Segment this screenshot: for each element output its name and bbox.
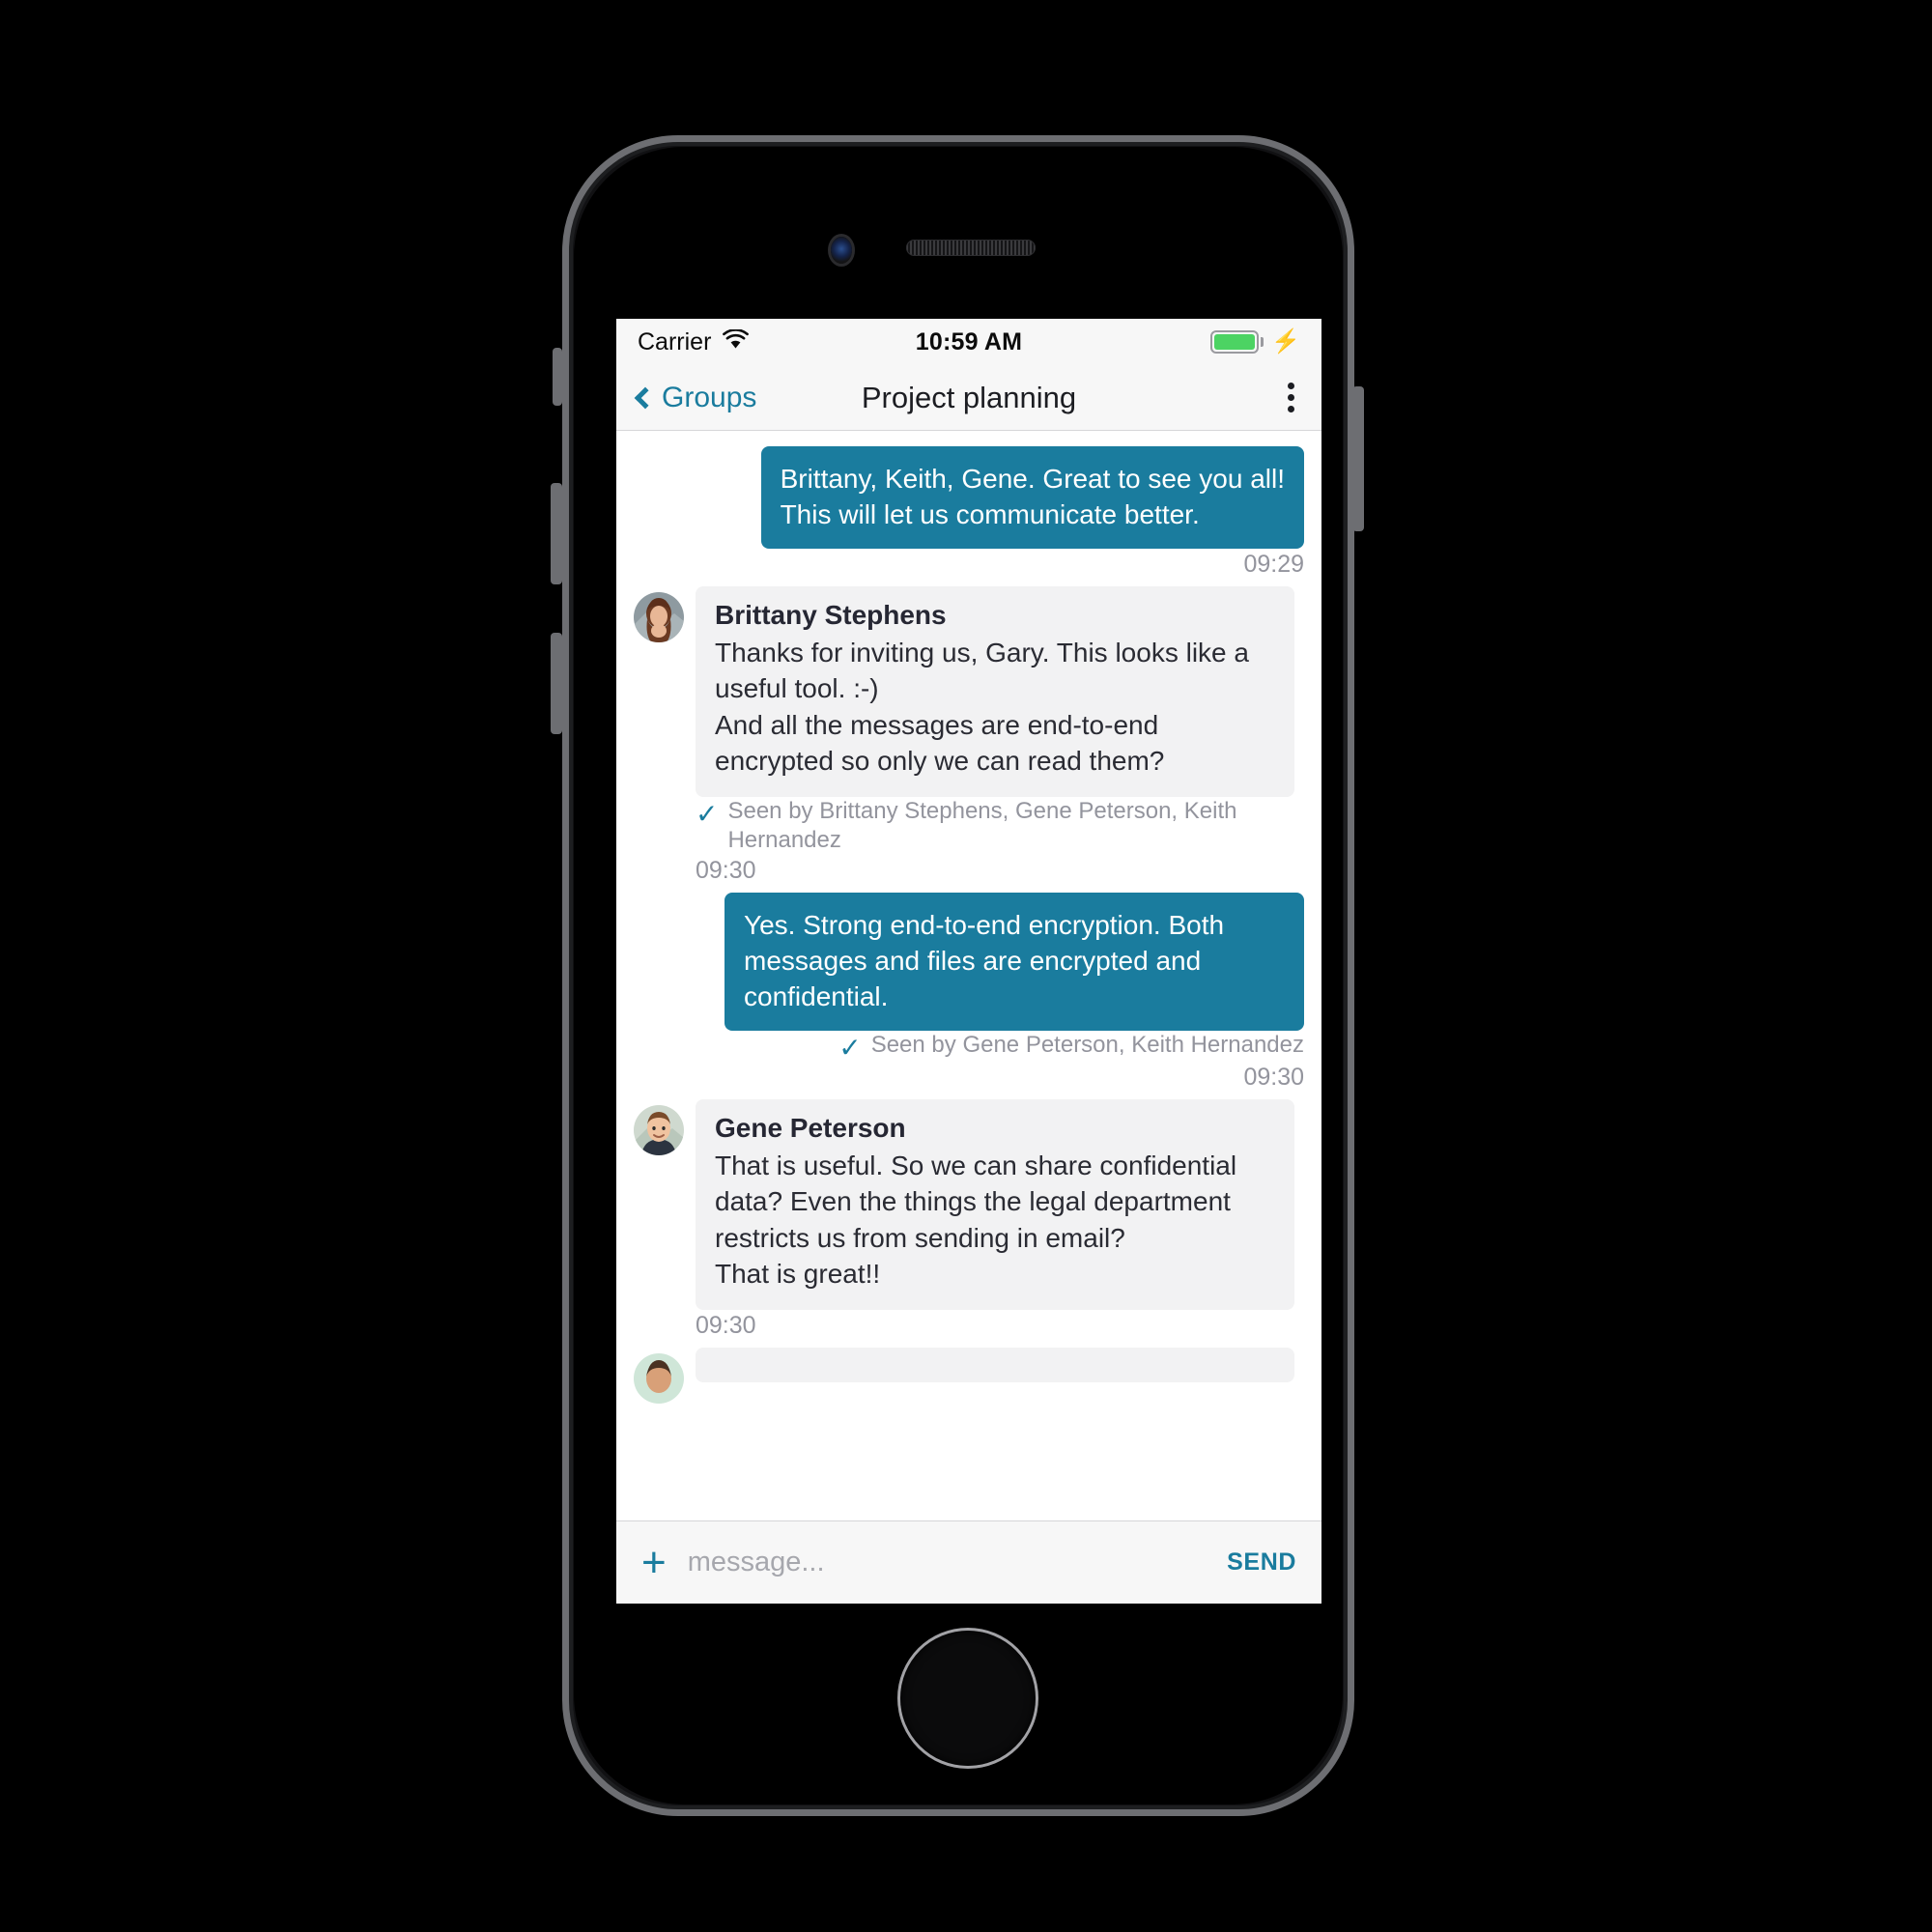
wifi-icon <box>723 327 750 356</box>
avatar[interactable] <box>634 1104 684 1155</box>
front-camera-icon <box>831 237 852 264</box>
chevron-left-icon <box>634 386 657 409</box>
volume-up-button[interactable] <box>551 483 562 584</box>
seen-by-status: ✓ Seen by Brittany Stephens, Gene Peters… <box>696 797 1304 855</box>
message-bubble[interactable] <box>696 1347 1294 1382</box>
home-button[interactable] <box>900 1631 1036 1766</box>
mute-switch[interactable] <box>553 348 562 406</box>
message-row-outgoing: Brittany, Keith, Gene. Great to see you … <box>634 446 1304 579</box>
message-meta: 09:30 <box>634 1310 756 1340</box>
message-bubble[interactable]: Brittany Stephens Thanks for inviting us… <box>696 585 1294 797</box>
status-bar: Carrier 10:59 AM ⚡ <box>616 319 1321 365</box>
message-timestamp: 09:30 <box>696 856 756 884</box>
status-bar-left: Carrier <box>638 327 750 356</box>
message-text: Thanks for inviting us, Gary. This looks… <box>715 637 1249 777</box>
seen-by-status: ✓ Seen by Gene Peterson, Keith Hernandez <box>838 1031 1304 1062</box>
avatar[interactable] <box>634 591 684 642</box>
message-text: That is useful. So we can share confiden… <box>715 1150 1237 1290</box>
navigation-bar: Groups Project planning <box>616 365 1321 431</box>
back-button-label: Groups <box>662 381 757 413</box>
message-input[interactable] <box>687 1547 1207 1578</box>
avatar[interactable] <box>634 1352 684 1404</box>
check-icon: ✓ <box>696 798 719 829</box>
message-timestamp: 09:30 <box>696 1311 756 1339</box>
message-bubble[interactable]: Brittany, Keith, Gene. Great to see you … <box>760 446 1304 549</box>
incoming-message-block: Gene Peterson That is useful. So we can … <box>634 1098 1304 1310</box>
volume-down-button[interactable] <box>551 633 562 734</box>
incoming-message-block: Brittany Stephens Thanks for inviting us… <box>634 585 1304 797</box>
seen-by-label: Seen by Brittany Stephens, Gene Peterson… <box>727 797 1237 853</box>
battery-cap <box>1261 337 1264 347</box>
seen-by-label: Seen by Gene Peterson, Keith Hernandez <box>870 1031 1304 1058</box>
message-row-incoming-partial <box>634 1347 1304 1404</box>
message-row-incoming: Gene Peterson That is useful. So we can … <box>634 1098 1304 1340</box>
message-row-outgoing: Yes. Strong end-to-end encryption. Both … <box>634 892 1304 1092</box>
earpiece-speaker <box>906 240 1036 256</box>
overflow-menu-icon[interactable] <box>1282 375 1300 420</box>
check-icon: ✓ <box>838 1032 862 1063</box>
message-composer: + SEND <box>616 1520 1321 1604</box>
carrier-label: Carrier <box>638 327 712 355</box>
message-thread[interactable]: Brittany, Keith, Gene. Great to see you … <box>616 431 1321 1520</box>
message-bubble[interactable]: Yes. Strong end-to-end encryption. Both … <box>724 892 1304 1031</box>
message-timestamp: 09:29 <box>1243 550 1304 578</box>
battery-full-icon <box>1210 330 1260 354</box>
message-sender-name: Gene Peterson <box>715 1112 906 1143</box>
message-row-incoming: Brittany Stephens Thanks for inviting us… <box>634 585 1304 885</box>
message-meta: ✓ Seen by Brittany Stephens, Gene Peters… <box>634 797 1304 885</box>
phone-screen: Carrier 10:59 AM ⚡ Groups Project planni… <box>616 319 1321 1604</box>
plus-icon[interactable]: + <box>641 1541 667 1584</box>
message-meta: ✓ Seen by Gene Peterson, Keith Hernandez… <box>838 1031 1304 1092</box>
back-to-groups-button[interactable]: Groups <box>634 381 757 414</box>
message-sender-name: Brittany Stephens <box>715 599 947 630</box>
status-bar-right: ⚡ <box>1210 330 1300 354</box>
send-button[interactable]: SEND <box>1227 1548 1296 1577</box>
lightning-bolt-icon: ⚡ <box>1271 328 1300 355</box>
message-timestamp: 09:30 <box>1243 1063 1304 1091</box>
power-button[interactable] <box>1352 386 1364 531</box>
message-bubble[interactable]: Gene Peterson That is useful. So we can … <box>696 1098 1294 1310</box>
screenshot-root: Carrier 10:59 AM ⚡ Groups Project planni… <box>0 0 1932 1932</box>
incoming-message-block <box>634 1347 1304 1404</box>
